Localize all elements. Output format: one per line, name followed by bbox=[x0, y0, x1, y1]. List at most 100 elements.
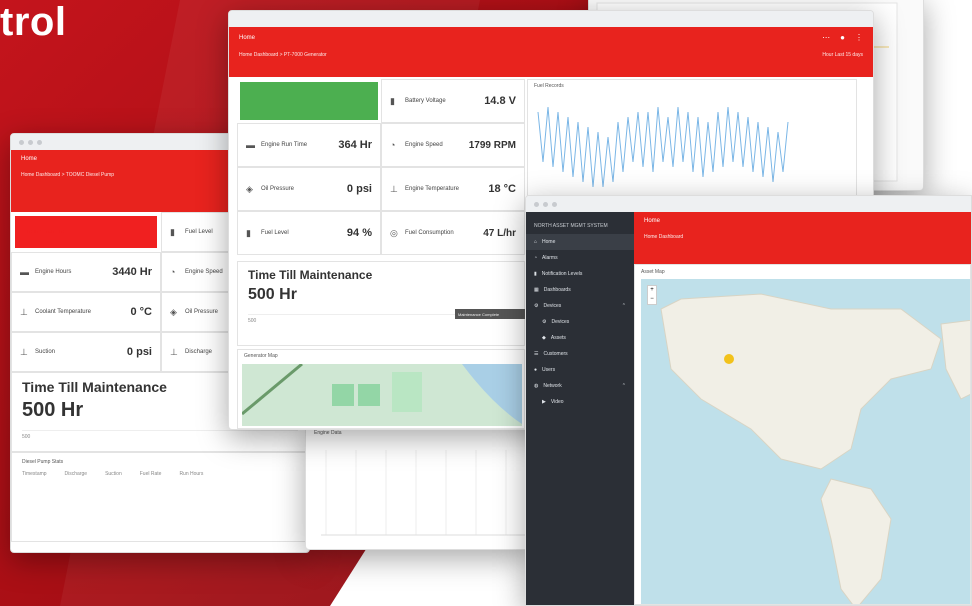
tile-label: Coolant Temperature bbox=[35, 309, 91, 315]
sidebar-item-label: Notification Levels bbox=[541, 271, 583, 277]
tile-label: Discharge bbox=[185, 349, 213, 355]
generator-map[interactable] bbox=[242, 364, 522, 426]
overflow-icon[interactable]: ⋮ bbox=[855, 33, 863, 42]
column-header[interactable]: Suction bbox=[105, 471, 122, 477]
status-tile[interactable] bbox=[240, 82, 378, 120]
bell-icon: ▮ bbox=[534, 271, 537, 277]
engine-data-window: Engine Data bbox=[305, 425, 533, 550]
oil-icon: ◈ bbox=[170, 306, 177, 317]
chevron-up-icon: ⌃ bbox=[621, 303, 626, 309]
tile-label: Engine Run Time bbox=[261, 142, 308, 148]
suction-tile[interactable]: ⊥ Suction 0 psi bbox=[11, 332, 161, 372]
sidebar-item-users[interactable]: ● Users bbox=[526, 362, 634, 378]
more-icon[interactable]: ⋯ bbox=[822, 33, 830, 42]
window-dot[interactable] bbox=[543, 201, 548, 207]
app-header: Home Home Dashboard bbox=[634, 212, 971, 264]
sidebar-item-home[interactable]: ⌂ Home bbox=[526, 234, 634, 250]
asset-map[interactable]: + − bbox=[641, 279, 970, 604]
fuel-icon: ▮ bbox=[170, 226, 175, 237]
engine-data-grid bbox=[321, 450, 526, 536]
sidebar-item-alarms[interactable]: ◔ Alarms bbox=[526, 250, 634, 266]
column-header[interactable]: Fuel Rate bbox=[140, 471, 162, 477]
tile-label: Engine Speed bbox=[185, 269, 223, 275]
sidebar-item-label: Devices bbox=[543, 303, 562, 309]
account-icon[interactable]: ● bbox=[840, 33, 845, 42]
map-title: Generator Map bbox=[244, 353, 278, 359]
tile-value: 18 °C bbox=[488, 183, 516, 195]
maintenance-title: Time Till Maintenance bbox=[248, 268, 373, 282]
column-header[interactable]: Discharge bbox=[65, 471, 88, 477]
pressure-icon: ⊥ bbox=[20, 346, 28, 357]
tile-label: Suction bbox=[35, 349, 56, 355]
zoom-control[interactable]: + − bbox=[647, 285, 657, 305]
chevron-up-icon: ⌃ bbox=[621, 383, 626, 389]
header-title[interactable]: Home bbox=[21, 156, 37, 162]
hero-title: trol bbox=[0, 0, 67, 44]
engine-speed-tile[interactable]: ◔ Engine Speed 1799 RPM bbox=[381, 123, 525, 167]
tile-label: Battery Voltage bbox=[405, 98, 446, 104]
window-dot[interactable] bbox=[552, 201, 557, 207]
sidebar-item-video[interactable]: ▶ Video bbox=[526, 394, 634, 410]
asset-marker[interactable] bbox=[724, 354, 734, 364]
oil-icon: ◈ bbox=[246, 183, 253, 194]
window-dot[interactable] bbox=[19, 139, 24, 145]
app-header: Home ⋯ ● ⋮ Home Dashboard > PT-7000 Gene… bbox=[229, 27, 873, 77]
fuel-icon: ▮ bbox=[246, 227, 251, 238]
engine-icon: ▬ bbox=[20, 266, 29, 277]
tile-label: Engine Speed bbox=[405, 142, 443, 148]
sidebar-item-dashboards[interactable]: ▦ Dashboards bbox=[526, 282, 634, 298]
asset-management-window: NORTH ASSET MGMT SYSTEM ⌂ Home ◔ Alarms ▮ N… bbox=[525, 195, 972, 606]
fuel-consumption-tile[interactable]: ◎ Fuel Consumption 47 L/hr bbox=[381, 211, 525, 255]
table-title: Diesel Pump Stats bbox=[22, 459, 64, 465]
breadcrumb[interactable]: Home Dashboard > PT-7000 Generator bbox=[239, 52, 327, 58]
tile-label: Engine Temperature bbox=[405, 186, 459, 192]
sidebar-item-label: Customers bbox=[543, 351, 568, 357]
sidebar-item-notification-levels[interactable]: ▮ Notification Levels bbox=[526, 266, 634, 282]
tile-label: Oil Pressure bbox=[185, 309, 219, 315]
breadcrumb[interactable]: Home Dashboard bbox=[644, 234, 961, 240]
engine-hours-tile[interactable]: ▬ Engine Hours 3440 Hr bbox=[11, 252, 161, 292]
map-terrain bbox=[242, 364, 522, 424]
thermometer-icon: ⊥ bbox=[20, 306, 28, 317]
window-dot[interactable] bbox=[37, 139, 42, 145]
fuel-level-tile[interactable]: ▮ Fuel Level 94 % bbox=[237, 211, 381, 255]
sidebar-item-devices-sub[interactable]: ⚙ Devices bbox=[526, 314, 634, 330]
engine-temp-tile[interactable]: ⊥ Engine Temperature 18 °C bbox=[381, 167, 525, 211]
sidebar-item-label: Home bbox=[542, 239, 556, 245]
tile-label: Oil Pressure bbox=[261, 186, 295, 192]
tooltip: Maintenance Complete bbox=[455, 309, 525, 319]
column-header[interactable]: Timestamp bbox=[22, 471, 47, 477]
header-title[interactable]: Home bbox=[239, 35, 255, 41]
column-header[interactable]: Run Hours bbox=[179, 471, 203, 477]
gauge-icon: ◔ bbox=[390, 139, 396, 150]
tile-value: 14.8 V bbox=[484, 95, 516, 107]
window-chrome bbox=[229, 11, 873, 27]
sidebar-item-label: Video bbox=[550, 399, 564, 405]
gauge-icon: ◎ bbox=[390, 227, 398, 238]
sidebar-item-label: Users bbox=[542, 367, 556, 373]
window-dot[interactable] bbox=[28, 139, 33, 145]
coolant-temp-tile[interactable]: ⊥ Coolant Temperature 0 °C bbox=[11, 292, 161, 332]
engine-runtime-tile[interactable]: ▬ Engine Run Time 364 Hr bbox=[237, 123, 381, 167]
sidebar-item-assets[interactable]: ◆ Assets bbox=[526, 330, 634, 346]
sidebar-item-customers[interactable]: ☰ Customers bbox=[526, 346, 634, 362]
device-icon: ⚙ bbox=[542, 319, 547, 325]
oil-pressure-tile[interactable]: ◈ Oil Pressure 0 psi bbox=[237, 167, 381, 211]
status-tile[interactable]: Engine Running bbox=[15, 216, 157, 248]
sidebar-item-devices[interactable]: ⚙ Devices ⌃ bbox=[526, 298, 634, 314]
sidebar: NORTH ASSET MGMT SYSTEM ⌂ Home ◔ Alarms ▮ N… bbox=[526, 212, 634, 605]
network-icon: ◍ bbox=[534, 383, 539, 389]
engine-icon: ▬ bbox=[246, 139, 255, 150]
window-chrome bbox=[526, 196, 971, 212]
sidebar-item-network[interactable]: ◍ Network ⌃ bbox=[526, 378, 634, 394]
sidebar-item-label: Assets bbox=[550, 335, 566, 341]
battery-voltage-tile[interactable]: ▮ Battery Voltage 14.8 V bbox=[381, 79, 525, 123]
video-icon: ▶ bbox=[542, 399, 546, 405]
window-dot[interactable] bbox=[534, 201, 539, 207]
header-title[interactable]: Home bbox=[644, 218, 961, 224]
tile-value: 0 °C bbox=[130, 306, 152, 318]
tile-value: 94 % bbox=[346, 227, 372, 239]
time-range-selector[interactable]: Hour Last 15 days bbox=[822, 52, 863, 58]
maintenance-value: 500 Hr bbox=[248, 286, 297, 303]
header-actions: ⋯ ● ⋮ bbox=[822, 33, 863, 42]
